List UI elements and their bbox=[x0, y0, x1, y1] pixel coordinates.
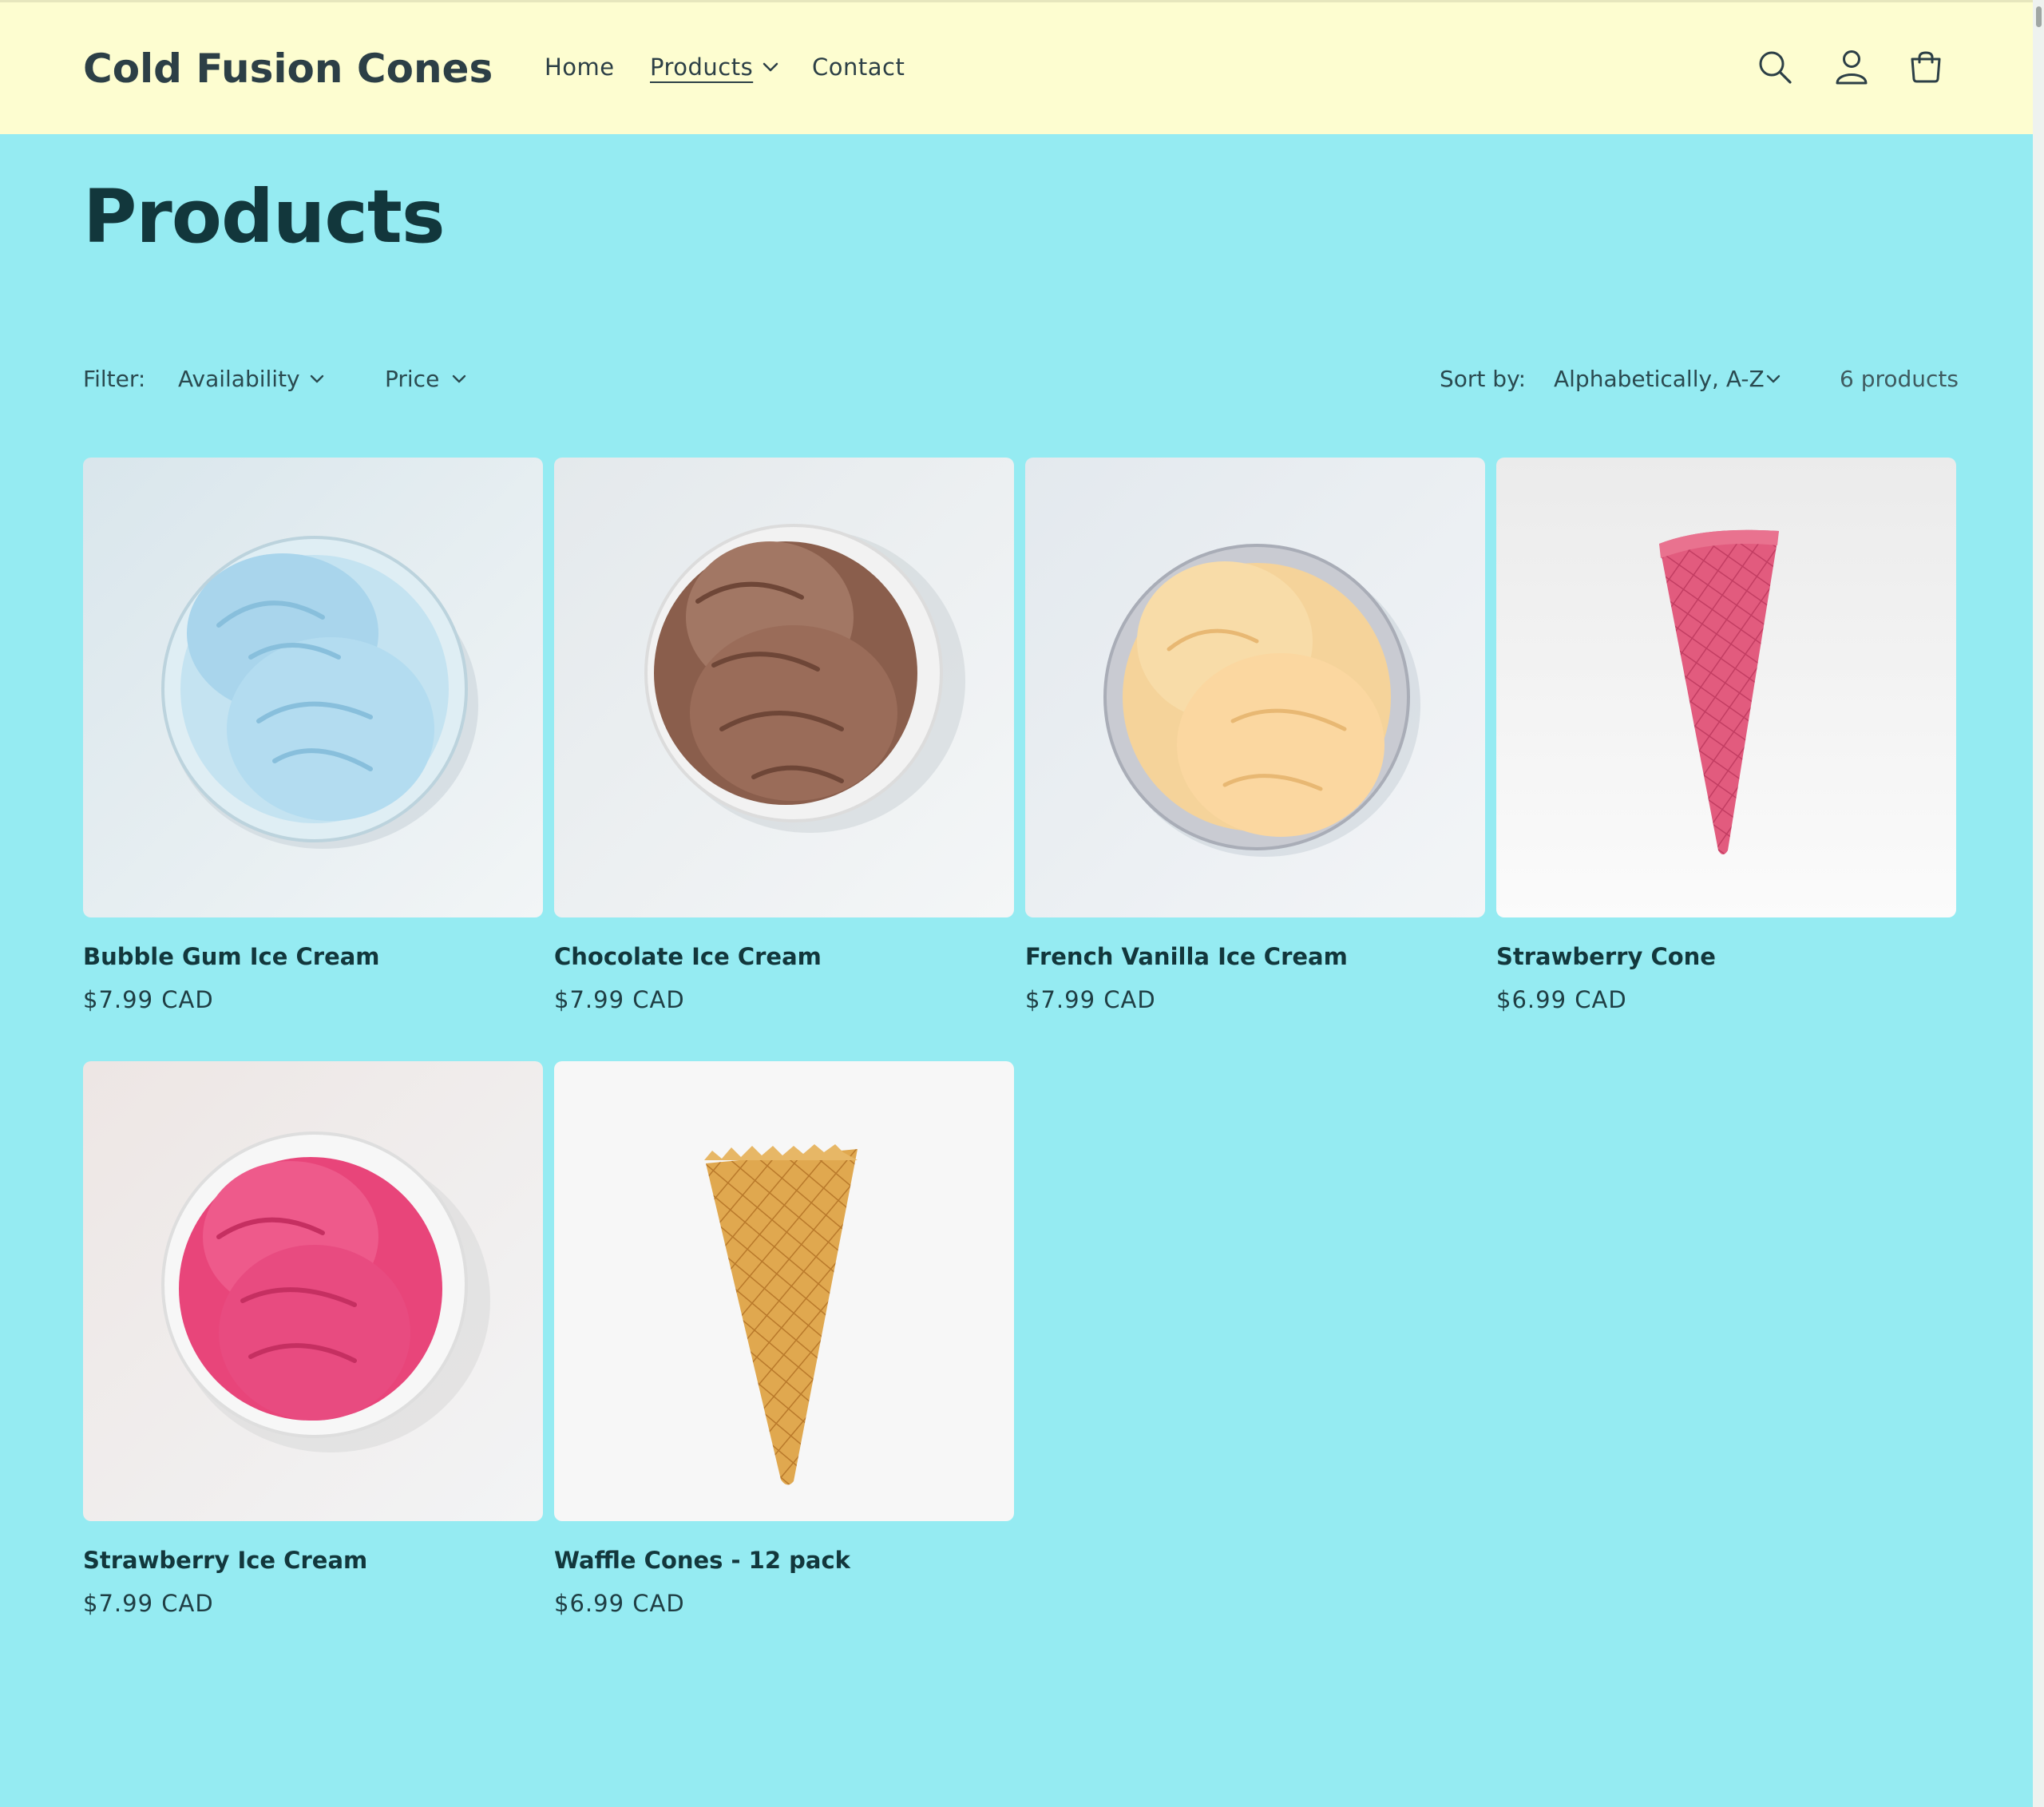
sort-label: Sort by: bbox=[1440, 366, 1527, 392]
nav-home-label: Home bbox=[545, 53, 615, 81]
product-image[interactable] bbox=[1496, 458, 1956, 917]
nav-products[interactable]: Products bbox=[650, 53, 753, 81]
product-price: $6.99 CAD bbox=[554, 1590, 685, 1617]
chevron-down-icon[interactable] bbox=[451, 374, 467, 385]
filter-price[interactable]: Price bbox=[385, 366, 439, 392]
account-icon[interactable] bbox=[1833, 49, 1870, 85]
cone-image bbox=[554, 1061, 1014, 1521]
product-image[interactable] bbox=[554, 1061, 1014, 1521]
product-price: $6.99 CAD bbox=[1496, 986, 1627, 1013]
product-title[interactable]: French Vanilla Ice Cream bbox=[1025, 943, 1348, 970]
chevron-down-icon[interactable] bbox=[1765, 374, 1781, 385]
cone-image bbox=[1496, 458, 1956, 917]
sort-select[interactable]: Alphabetically, A-Z bbox=[1554, 366, 1765, 392]
filter-label: Filter: bbox=[83, 366, 146, 392]
product-price: $7.99 CAD bbox=[83, 986, 214, 1013]
product-title[interactable]: Strawberry Cone bbox=[1496, 943, 1716, 970]
site-header: Cold Fusion Cones Home Products Contact bbox=[0, 0, 2044, 134]
product-title[interactable]: Waffle Cones - 12 pack bbox=[554, 1547, 850, 1574]
ice-cream-bowl-image bbox=[83, 458, 543, 917]
product-count: 6 products bbox=[1840, 366, 1959, 392]
product-image[interactable] bbox=[83, 1061, 543, 1521]
product-price: $7.99 CAD bbox=[554, 986, 685, 1013]
nav-contact[interactable]: Contact bbox=[812, 53, 905, 81]
product-image[interactable] bbox=[554, 458, 1014, 917]
cart-icon[interactable] bbox=[1907, 49, 1944, 85]
nav-home[interactable]: Home bbox=[545, 53, 615, 81]
product-title[interactable]: Strawberry Ice Cream bbox=[83, 1547, 367, 1574]
ice-cream-bowl-image bbox=[83, 1061, 543, 1521]
page-scrollbar[interactable] bbox=[2033, 0, 2044, 1807]
product-image[interactable] bbox=[1025, 458, 1485, 917]
chevron-down-icon[interactable] bbox=[762, 61, 779, 73]
nav-products-label: Products bbox=[650, 53, 754, 81]
product-price: $7.99 CAD bbox=[1025, 986, 1156, 1013]
product-price: $7.99 CAD bbox=[83, 1590, 214, 1617]
page-title: Products bbox=[83, 174, 446, 260]
chevron-down-icon[interactable] bbox=[309, 374, 325, 385]
store-logo[interactable]: Cold Fusion Cones bbox=[83, 46, 493, 92]
filter-availability[interactable]: Availability bbox=[178, 366, 300, 392]
product-title[interactable]: Chocolate Ice Cream bbox=[554, 943, 822, 970]
ice-cream-bowl-image bbox=[1025, 458, 1485, 917]
scrollbar-thumb[interactable] bbox=[2036, 6, 2042, 27]
ice-cream-bowl-image bbox=[554, 458, 1014, 917]
product-image[interactable] bbox=[83, 458, 543, 917]
search-icon[interactable] bbox=[1757, 49, 1793, 85]
nav-contact-label: Contact bbox=[812, 53, 905, 81]
product-title[interactable]: Bubble Gum Ice Cream bbox=[83, 943, 380, 970]
